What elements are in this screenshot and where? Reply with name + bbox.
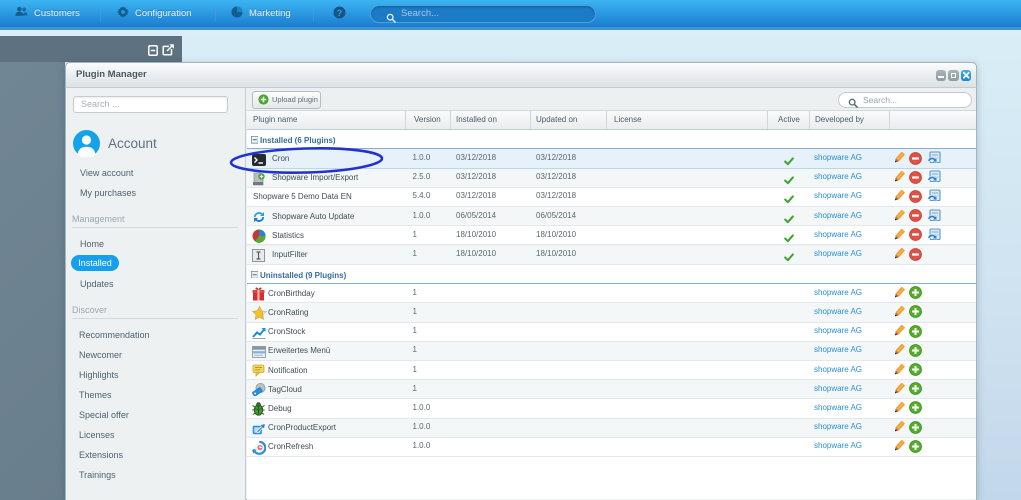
svg-text:?: ?	[337, 8, 342, 18]
